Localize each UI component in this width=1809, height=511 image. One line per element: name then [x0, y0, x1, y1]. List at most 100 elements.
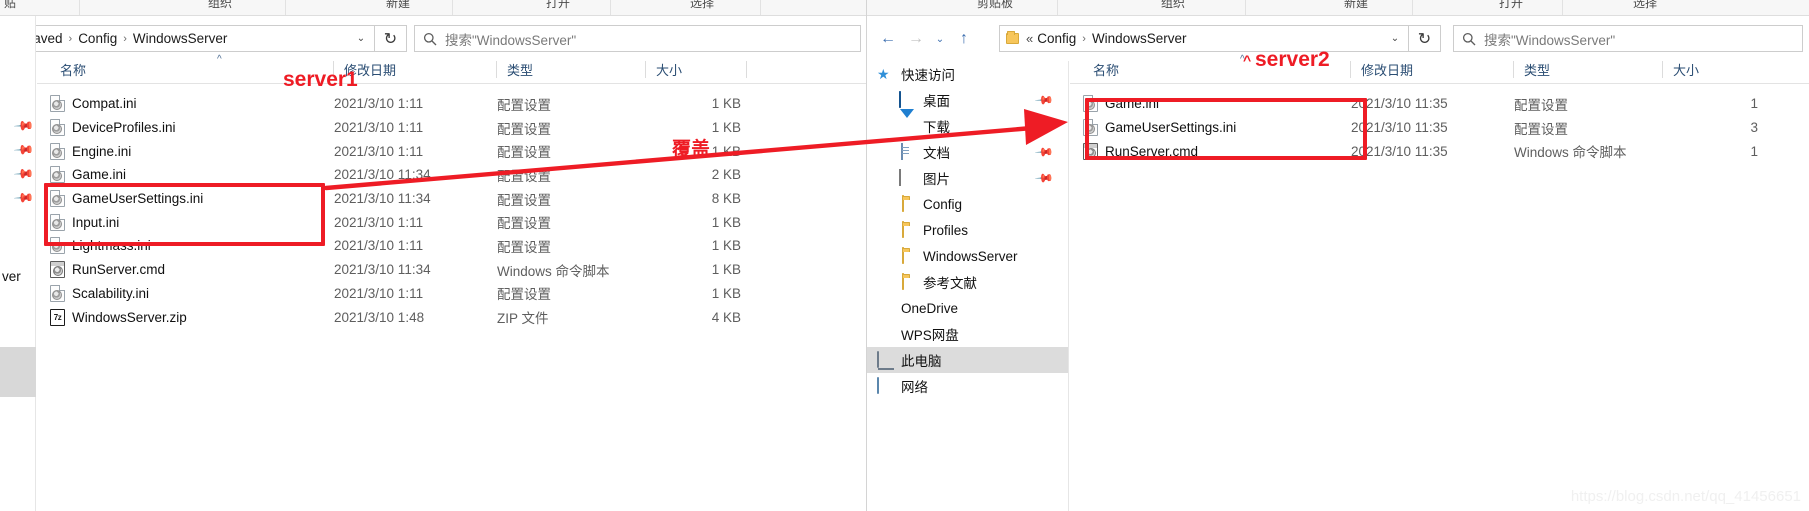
column-header-type[interactable]: 类型 [1514, 56, 1662, 83]
table-row[interactable]: Lightmass.ini 2021/3/10 1:11 配置设置 1 KB [37, 234, 866, 258]
table-row[interactable]: Input.ini 2021/3/10 1:11 配置设置 1 KB [37, 210, 866, 234]
file-name-cell[interactable]: Input.ini [50, 213, 120, 231]
pin-icon[interactable]: 📌 [1034, 168, 1054, 188]
file-name-cell[interactable]: RunServer.cmd [1083, 142, 1198, 160]
chevron-down-icon[interactable]: ⌄ [1382, 26, 1408, 51]
file-list-right[interactable]: Game.ini 2021/3/10 11:35 配置设置 1 GameUserSett… [1070, 92, 1809, 163]
search-input-left[interactable]: 搜索"WindowsServer" [445, 29, 576, 49]
ribbon-group-open[interactable]: 打开 [1499, 0, 1523, 11]
ribbon-group-organize[interactable]: 组织 [1161, 0, 1185, 11]
table-row[interactable]: Scalability.ini 2021/3/10 1:11 配置设置 1 KB [37, 282, 866, 306]
nav-item-Profiles[interactable]: Profiles [867, 217, 1068, 243]
download-icon [899, 109, 917, 134]
ribbon-group-organize[interactable]: 组织 [208, 0, 232, 11]
pin-icon[interactable]: 📌 [1034, 116, 1054, 136]
up-button[interactable]: ↑ [951, 26, 977, 52]
table-row[interactable]: DeviceProfiles.ini 2021/3/10 1:11 配置设置 1 KB [37, 116, 866, 140]
pin-icon[interactable]: 📌 [1034, 90, 1054, 110]
nav-item-下载[interactable]: 下载 📌 [867, 109, 1068, 139]
column-header-size[interactable]: 大小 [1663, 56, 1763, 83]
nav-item-label: WPS网盘 [901, 328, 959, 343]
nav-item-参考文献[interactable]: 参考文献 [867, 269, 1068, 295]
ribbon-group-clipboard[interactable]: 贴 [4, 0, 16, 11]
navigation-pane-right[interactable]: ★ 快速访问 桌面 📌 下载 📌 文档 📌 图片 📌 Config Profiles WindowsSe… [867, 61, 1069, 511]
file-name-cell[interactable]: Engine.ini [50, 142, 131, 160]
table-row[interactable]: Game.ini 2021/3/10 11:35 配置设置 1 [1070, 92, 1809, 116]
refresh-button-right[interactable]: ↻ [1409, 25, 1441, 52]
breadcrumb-item-config[interactable]: Config [1037, 31, 1076, 46]
column-header-size[interactable]: 大小 [646, 56, 746, 83]
ribbon-group-open[interactable]: 打开 [546, 0, 570, 11]
table-row[interactable]: RunServer.cmd 2021/3/10 11:34 Windows 命令脚本… [37, 258, 866, 282]
table-row[interactable]: RunServer.cmd 2021/3/10 11:35 Windows 命令脚本… [1070, 139, 1809, 163]
ribbon-group-clipboard[interactable]: 剪贴板 [977, 0, 1013, 11]
file-name-cell[interactable]: Game.ini [1083, 95, 1159, 113]
breadcrumb-item-config[interactable]: Config [78, 31, 117, 46]
nav-item-网络[interactable]: 网络 [867, 373, 1068, 399]
column-header-date[interactable]: 修改日期 [1351, 56, 1513, 83]
nav-item-OneDrive[interactable]: OneDrive [867, 295, 1068, 321]
nav-item-stub-label[interactable]: ver [2, 269, 21, 284]
nav-item-快速访问[interactable]: ★ 快速访问 [867, 61, 1068, 87]
file-type-cell: 配置设置 [1514, 121, 1568, 137]
file-type-cell: 配置设置 [497, 168, 551, 184]
pin-icon[interactable]: 📌 [13, 139, 36, 162]
ribbon-group-select[interactable]: 选择 [1633, 0, 1657, 11]
table-row[interactable]: 7z WindowsServer.zip 2021/3/10 1:48 ZIP 文件 4… [37, 305, 866, 329]
address-bar-left[interactable]: « Saved › Config › WindowsServer ⌄ [5, 25, 375, 52]
search-input-right[interactable]: 搜索"WindowsServer" [1484, 29, 1615, 49]
nav-item-此电脑[interactable]: 此电脑 [867, 347, 1068, 373]
file-name-label: Input.ini [72, 214, 120, 230]
folder-icon [899, 195, 917, 212]
forward-button[interactable]: → [903, 26, 929, 52]
column-header-type[interactable]: 类型 [497, 56, 645, 83]
table-row[interactable]: Game.ini 2021/3/10 11:34 配置设置 2 KB [37, 163, 866, 187]
search-box-left[interactable]: 搜索"WindowsServer" [414, 25, 861, 52]
file-name-cell[interactable]: DeviceProfiles.ini [50, 119, 176, 137]
column-divider[interactable] [746, 61, 747, 78]
nav-item-label: 图片 [923, 172, 950, 187]
file-name-cell[interactable]: GameUserSettings.ini [50, 190, 203, 208]
pin-icon[interactable]: 📌 [1034, 142, 1054, 162]
file-name-cell[interactable]: 7z WindowsServer.zip [50, 308, 187, 326]
nav-item-桌面[interactable]: 桌面 📌 [867, 87, 1068, 113]
nav-item-WindowsServer[interactable]: WindowsServer [867, 243, 1068, 269]
column-header-name[interactable]: 名称 [50, 56, 333, 83]
breadcrumb-item-windowsserver[interactable]: WindowsServer [1092, 31, 1187, 46]
back-button[interactable]: ← [875, 26, 901, 52]
table-row[interactable]: Engine.ini 2021/3/10 1:11 配置设置 1 KB [37, 139, 866, 163]
table-row[interactable]: Compat.ini 2021/3/10 1:11 配置设置 1 KB [37, 92, 866, 116]
wps-cloud-icon [877, 326, 895, 342]
ribbon-group-select[interactable]: 选择 [690, 0, 714, 11]
file-name-cell[interactable]: Compat.ini [50, 95, 137, 113]
nav-item-Config[interactable]: Config [867, 191, 1068, 217]
table-row[interactable]: GameUserSettings.ini 2021/3/10 11:34 配置设置 8… [37, 187, 866, 211]
onedrive-icon [877, 300, 895, 316]
column-header-date[interactable]: 修改日期 [334, 56, 496, 83]
file-name-cell[interactable]: Lightmass.ini [50, 237, 151, 255]
nav-item-图片[interactable]: 图片 📌 [867, 165, 1068, 191]
pin-icon[interactable]: 📌 [13, 115, 36, 138]
recent-locations-button[interactable]: ⌄ [931, 26, 949, 52]
file-name-cell[interactable]: RunServer.cmd [50, 261, 165, 279]
address-bar-right[interactable]: « Config › WindowsServer ⌄ [999, 25, 1409, 52]
nav-item-WPS网盘[interactable]: WPS网盘 [867, 321, 1068, 347]
nav-item-文档[interactable]: 文档 📌 [867, 139, 1068, 165]
breadcrumb-item-windowsserver[interactable]: WindowsServer [133, 31, 228, 46]
file-name-cell[interactable]: GameUserSettings.ini [1083, 119, 1236, 137]
breadcrumb-overflow-right[interactable]: « [1026, 31, 1033, 46]
search-box-right[interactable]: 搜索"WindowsServer" [1453, 25, 1803, 52]
file-name-cell[interactable]: Game.ini [50, 166, 126, 184]
table-row[interactable]: GameUserSettings.ini 2021/3/10 11:35 配置设置 3 [1070, 116, 1809, 140]
ini-file-icon [50, 213, 65, 231]
file-list-left[interactable]: Compat.ini 2021/3/10 1:11 配置设置 1 KB DevicePr… [37, 92, 866, 329]
ribbon-group-new[interactable]: 新建 [386, 0, 410, 11]
ribbon-group-new[interactable]: 新建 [1344, 0, 1368, 11]
chevron-down-icon[interactable]: ⌄ [348, 26, 374, 51]
pin-icon[interactable]: 📌 [13, 187, 36, 210]
file-name-cell[interactable]: Scalability.ini [50, 284, 149, 302]
refresh-button-left[interactable]: ↻ [375, 25, 407, 52]
pin-icon[interactable]: 📌 [13, 163, 36, 186]
column-header-name[interactable]: 名称 [1083, 56, 1350, 83]
folder-icon [899, 247, 917, 264]
